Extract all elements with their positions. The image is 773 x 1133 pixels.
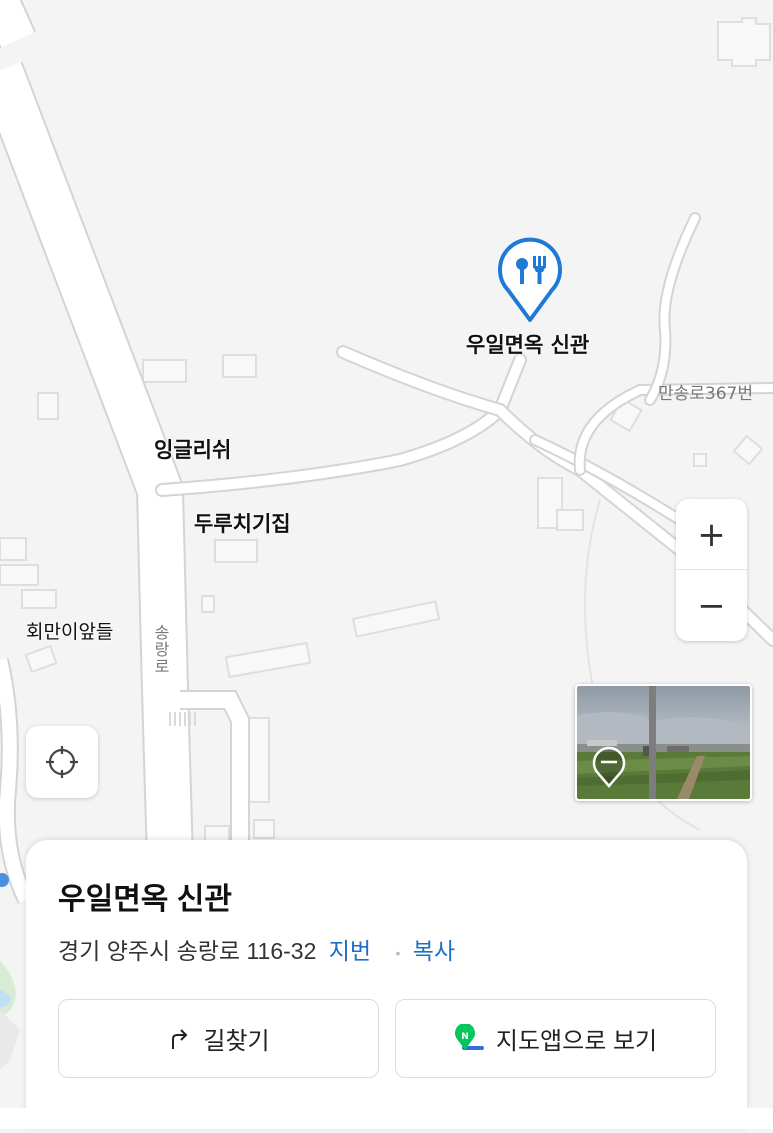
restaurant-pin-icon[interactable] bbox=[496, 236, 564, 324]
open-map-app-button[interactable]: N 지도앱으로 보기 bbox=[395, 999, 716, 1078]
separator-dot: • bbox=[395, 944, 401, 961]
copy-address-link[interactable]: 복사 bbox=[413, 938, 455, 964]
place-info-card: 우일면옥 신관 경기 양주시 송랑로 116-32 지번 • 복사 길찾기 N … bbox=[26, 840, 747, 1129]
place-address: 경기 양주시 송랑로 116-32 bbox=[58, 938, 317, 964]
road-label-mansong: 만송로367번 bbox=[658, 384, 754, 404]
area-label: 회만이앞들 bbox=[26, 621, 114, 643]
durchi-label[interactable]: 두루치기집 bbox=[194, 508, 291, 538]
zoom-control: + − bbox=[676, 499, 747, 641]
naver-map-icon: N bbox=[454, 1023, 484, 1050]
zoom-out-button[interactable]: − bbox=[676, 570, 747, 641]
roadview-pin-icon bbox=[592, 746, 626, 788]
zoom-in-button[interactable]: + bbox=[676, 499, 747, 570]
crosshair-icon bbox=[46, 746, 78, 778]
current-location-button[interactable] bbox=[26, 726, 98, 798]
turn-arrow-icon bbox=[172, 1028, 188, 1049]
place-title: 우일면옥 신관 bbox=[58, 883, 232, 916]
english-school-label[interactable]: 잉글리쉬 bbox=[154, 434, 231, 464]
roadview-thumbnail[interactable] bbox=[575, 684, 752, 801]
bottom-edge bbox=[0, 1108, 773, 1129]
open-map-app-label: 지도앱으로 보기 bbox=[495, 1028, 658, 1055]
jibun-link[interactable]: 지번 bbox=[329, 938, 371, 964]
road-label-songrang: 송랑로 bbox=[151, 624, 170, 675]
svg-text:N: N bbox=[461, 1032, 469, 1042]
directions-button[interactable]: 길찾기 bbox=[58, 999, 379, 1078]
restaurant-map-label[interactable]: 우일면옥 신관 bbox=[466, 329, 589, 359]
directions-label: 길찾기 bbox=[203, 1028, 270, 1055]
place-address-row: 경기 양주시 송랑로 116-32 지번 • 복사 bbox=[58, 932, 455, 966]
